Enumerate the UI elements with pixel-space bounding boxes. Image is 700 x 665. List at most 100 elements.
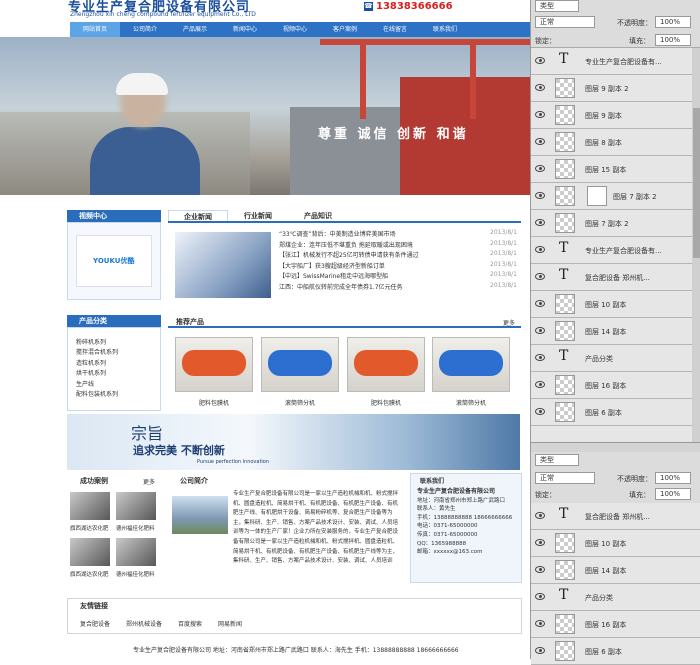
nav-item-video[interactable]: 视频中心 [270, 22, 320, 37]
product-card[interactable] [175, 337, 253, 392]
link-item[interactable]: 百度搜索 [178, 619, 202, 628]
product-card[interactable] [432, 337, 510, 392]
layer-row[interactable]: 图层 7 副本 2 [531, 183, 700, 210]
tab-industry-news[interactable]: 行业新闻 [228, 210, 288, 221]
nav-item-home[interactable]: 网站首页 [70, 22, 120, 37]
contact-qq: QQ：1365988888 [417, 540, 467, 547]
layer-row[interactable]: 图层 7 副本 2 [531, 210, 700, 237]
layer-row[interactable]: 图层 9 副本 2 [531, 75, 700, 102]
layer-row[interactable]: T 专业生产复合肥设备有... [531, 237, 700, 264]
news-item[interactable]: 江西：中船航仪转前完成全年债券1.7亿元任务 2013/8/1 [279, 282, 517, 293]
design-canvas: 专业生产复合肥设备有限公司 Zhengzhou xin cheng compou… [0, 0, 530, 659]
visibility-eye-icon[interactable] [535, 165, 545, 172]
visibility-eye-icon[interactable] [535, 192, 545, 199]
visibility-eye-icon[interactable] [535, 111, 545, 118]
fill-input[interactable]: 100% [655, 34, 691, 46]
category-item[interactable]: 生产线 [76, 380, 162, 390]
opacity-input[interactable]: 100% [655, 16, 691, 28]
layer-row[interactable]: 图层 8 副本 [531, 129, 700, 156]
visibility-eye-icon[interactable] [535, 246, 545, 253]
layer-thumbnail [555, 321, 575, 341]
product-card[interactable] [347, 337, 425, 392]
layer-row[interactable]: T 复合肥设备 郑州机... [531, 264, 700, 291]
text-layer-icon: T [559, 348, 569, 364]
blend-mode-select[interactable]: 正常 [535, 16, 595, 28]
link-item[interactable]: 郑州机械设备 [126, 619, 162, 628]
layer-row[interactable]: T 复合肥设备 郑州机... [531, 503, 700, 530]
visibility-eye-icon[interactable] [535, 138, 545, 145]
category-item[interactable]: 粉碎机系列 [76, 338, 162, 348]
layer-row[interactable]: T 专业生产复合肥设备有... [531, 48, 700, 75]
lock-label: 锁定： [535, 37, 556, 45]
nav-item-news[interactable]: 新闻中心 [220, 22, 270, 37]
products-more-link[interactable]: 更多 [503, 318, 515, 327]
visibility-eye-icon[interactable] [535, 84, 545, 91]
visibility-eye-icon[interactable] [535, 512, 545, 519]
layer-row[interactable]: 图层 6 副本 [531, 638, 700, 665]
nav-item-about[interactable]: 公司简介 [120, 22, 170, 37]
visibility-eye-icon[interactable] [535, 327, 545, 334]
layer-row[interactable]: T 产品分类 [531, 584, 700, 611]
news-date: 2013/8/1 [490, 271, 517, 278]
cases-more-link[interactable]: 更多 [143, 477, 155, 486]
visibility-eye-icon[interactable] [535, 354, 545, 361]
layer-name: 图层 15 副本 [585, 166, 627, 174]
video-player[interactable]: YOUKU优酷 [67, 222, 161, 300]
link-item[interactable]: 复合肥设备 [80, 619, 110, 628]
nav-item-contact[interactable]: 联系我们 [420, 22, 470, 37]
opacity-input[interactable]: 100% [655, 472, 691, 484]
case-thumb[interactable] [70, 492, 110, 520]
layer-row[interactable]: 图层 16 副本 [531, 372, 700, 399]
category-item[interactable]: 烘干机系列 [76, 369, 162, 379]
visibility-eye-icon[interactable] [535, 593, 545, 600]
contact-block: 专业生产复合肥设备有限公司 地址：河南省郑州市郑上路广武路口 联系人：黄先生 手… [417, 488, 521, 557]
layer-row[interactable]: 图层 6 副本 [531, 399, 700, 426]
news-item[interactable]: 【中远】SwissMarine租走中远海哪型船 2013/8/1 [279, 271, 517, 282]
layer-filter-select[interactable]: 类型 [535, 454, 579, 466]
link-item[interactable]: 网易新闻 [218, 619, 242, 628]
visibility-eye-icon[interactable] [535, 219, 545, 226]
news-item[interactable]: 【张江】机械发行不超25亿可转债申请获有条件通过 2013/8/1 [279, 250, 517, 261]
layer-row[interactable]: T 产品分类 [531, 345, 700, 372]
news-item[interactable]: 【大宇船厂】获3艘超级经济型新船订单 2013/8/1 [279, 261, 517, 272]
case-thumb[interactable] [116, 492, 156, 520]
visibility-eye-icon[interactable] [535, 408, 545, 415]
case-thumb[interactable] [70, 538, 110, 566]
visibility-eye-icon[interactable] [535, 300, 545, 307]
nav-item-products[interactable]: 产品展示 [170, 22, 220, 37]
news-date: 2013/8/1 [490, 250, 517, 257]
scroll-thumb[interactable] [693, 108, 700, 258]
layer-row[interactable]: 图层 9 副本 [531, 102, 700, 129]
news-item[interactable]: “33℃调查”背后：中美制造业博弈美国市场 2013/8/1 [279, 229, 517, 240]
visibility-eye-icon[interactable] [535, 647, 545, 654]
layer-name: 专业生产复合肥设备有... [585, 58, 662, 66]
layer-filter-select[interactable]: 类型 [535, 0, 579, 12]
layers-scrollbar[interactable] [692, 48, 700, 444]
fill-input[interactable]: 100% [655, 488, 691, 500]
product-card[interactable] [261, 337, 339, 392]
contact-mobile: 手机：13888888888 18666666666 [417, 514, 513, 521]
layer-row[interactable]: 图层 10 副本 [531, 291, 700, 318]
nav-item-cases[interactable]: 客户案例 [320, 22, 370, 37]
visibility-eye-icon[interactable] [535, 57, 545, 64]
news-item[interactable]: 郑煤企业：连年压低不堪重负 拖延取暖或出现困境 2013/8/1 [279, 240, 517, 251]
visibility-eye-icon[interactable] [535, 381, 545, 388]
coating-machine-image [354, 350, 418, 376]
visibility-eye-icon[interactable] [535, 566, 545, 573]
visibility-eye-icon[interactable] [535, 273, 545, 280]
tab-company-news[interactable]: 企业新闻 [168, 210, 228, 221]
blend-mode-select[interactable]: 正常 [535, 472, 595, 484]
category-item[interactable]: 造粒机系列 [76, 359, 162, 369]
tab-product-knowledge[interactable]: 产品知识 [288, 210, 348, 221]
layer-row[interactable]: 图层 10 副本 [531, 530, 700, 557]
layer-row[interactable]: 图层 14 副本 [531, 318, 700, 345]
nav-item-message[interactable]: 在线留言 [370, 22, 420, 37]
visibility-eye-icon[interactable] [535, 539, 545, 546]
visibility-eye-icon[interactable] [535, 620, 545, 627]
layer-row[interactable]: 图层 16 副本 [531, 611, 700, 638]
category-item[interactable]: 配料包装机系列 [76, 390, 162, 400]
category-item[interactable]: 搅拌混合机系列 [76, 348, 162, 358]
layer-row[interactable]: 图层 14 副本 [531, 557, 700, 584]
layer-row[interactable]: 图层 15 副本 [531, 156, 700, 183]
case-thumb[interactable] [116, 538, 156, 566]
